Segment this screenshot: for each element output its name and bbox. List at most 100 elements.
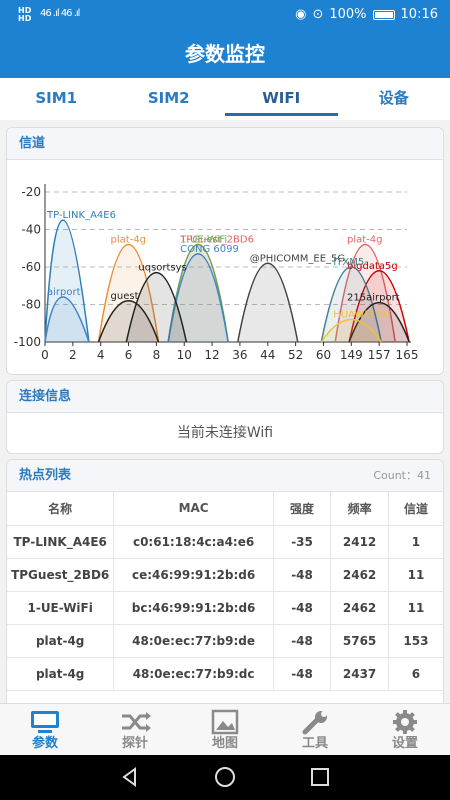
cell-channel: 153 (388, 624, 443, 658)
nav-probe[interactable]: 探针 (90, 704, 180, 755)
channel-card-title: 信道 (7, 128, 443, 160)
page-title: 参数监控 (0, 30, 450, 78)
signal-label: ITXM5- (333, 257, 368, 268)
y-tick-label: -40 (21, 223, 41, 237)
nav-probe-label: 探针 (121, 736, 148, 751)
signal-label: HUAWEI 5G (333, 310, 391, 321)
status-bar: HD HD 46 .ıl 46 .ıl ◉ ⊙ 100% 10:16 (0, 0, 450, 30)
column-header-name[interactable]: 名称 (7, 492, 115, 526)
channel-card: 信道 -20 -40 -60 -80 -100 0 2 4 6 8 10 12 36 44 52 60 149 1… (6, 127, 444, 375)
table-row[interactable]: TP-LINK_A4E6 c0:61:18:4c:a4:e6 -35 2412 … (7, 525, 443, 559)
table-row[interactable]: plat-4g 48:0e:ec:77:b9:dc -48 2437 6 (7, 657, 443, 691)
x-tick-label: 60 (316, 348, 331, 362)
shuffle-icon (122, 712, 151, 732)
x-tick-label: 157 (368, 348, 391, 362)
x-tick-label: 149 (340, 348, 363, 362)
cell-strength: -48 (273, 624, 332, 658)
signal-label: guest (111, 291, 139, 302)
back-icon[interactable] (122, 767, 136, 787)
signal-label: plat-4g (347, 235, 383, 246)
connection-card-title: 连接信息 (7, 381, 443, 413)
eye-icon: ◉ (295, 7, 307, 22)
cell-strength: -48 (273, 657, 332, 691)
tab-sim2[interactable]: SIM2 (113, 78, 226, 120)
channel-chart: -20 -40 -60 -80 -1000 2 4 6 8 10 12 36 44 52 60 149 157 1… (7, 160, 443, 374)
y-tick-label: -80 (21, 298, 41, 312)
signal-label: TP-LINK_A4E6 (46, 210, 116, 221)
column-header-strength[interactable]: 强度 (273, 492, 332, 526)
x-tick-label: 36 (232, 348, 247, 362)
signal-label: plat-4g (111, 235, 146, 246)
cell-frequency: 2437 (330, 657, 389, 691)
clock: 10:16 (400, 7, 438, 22)
x-tick-label: 6 (125, 348, 133, 362)
cell-frequency: 2412 (330, 525, 389, 559)
hotspot-table: 名称 MAC 强度 频率 信道 TP-LINK_A4E6 c0:61:18:4c… (7, 492, 443, 691)
signal-label: CONG 6099 (180, 244, 239, 255)
cell-strength: -48 (273, 591, 332, 625)
cell-mac: ce:46:99:91:2b:d6 (113, 558, 274, 592)
cell-channel: 11 (388, 558, 443, 592)
column-header-channel[interactable]: 信道 (388, 492, 443, 526)
x-tick-label: 12 (204, 348, 219, 362)
cell-channel: 11 (388, 591, 443, 625)
nav-tools-label: 工具 (301, 736, 328, 751)
signal-label: 215airport (347, 293, 400, 304)
tab-device[interactable]: 设备 (338, 78, 450, 120)
monitor-icon (31, 711, 59, 733)
cell-frequency: 5765 (330, 624, 389, 658)
bottom-nav: 参数 探针 地图 工具 设置 (0, 703, 450, 755)
nav-settings-label: 设置 (391, 736, 418, 751)
map-icon (211, 709, 239, 735)
cell-frequency: 2462 (330, 558, 389, 592)
x-tick-label: 2 (69, 348, 77, 362)
connection-card: 连接信息 当前未连接Wifi (6, 380, 444, 454)
x-tick-label: 4 (97, 348, 105, 362)
cell-strength: -35 (273, 525, 332, 559)
column-header-frequency[interactable]: 频率 (330, 492, 389, 526)
tab-bar: SIM1 SIM2 WIFI 设备 (0, 78, 450, 120)
recents-icon[interactable] (311, 768, 329, 786)
table-row[interactable]: 1-UE-WiFi bc:46:99:91:2b:d6 -48 2462 11 (7, 591, 443, 625)
y-tick-label: -60 (21, 260, 41, 274)
table-row[interactable]: plat-4g 48:0e:ec:77:b9:de -48 5765 153 (7, 624, 443, 658)
location-icon: ⊙ (312, 7, 324, 22)
cell-channel: 1 (388, 525, 443, 559)
cell-name: TP-LINK_A4E6 (7, 525, 115, 559)
cell-mac: bc:46:99:91:2b:d6 (113, 591, 274, 625)
y-tick-label: -20 (21, 185, 41, 199)
y-tick-label: -100 (14, 335, 41, 349)
tab-sim1[interactable]: SIM1 (0, 78, 113, 120)
column-header-mac[interactable]: MAC (113, 492, 274, 526)
cell-name: TPGuest_2BD6 (7, 558, 115, 592)
nav-settings[interactable]: 设置 (360, 704, 450, 755)
x-tick-label: 0 (41, 348, 49, 362)
sim-indicator: HD HD (18, 6, 32, 23)
signal-label: airport (47, 287, 81, 298)
nav-params[interactable]: 参数 (0, 704, 90, 755)
x-tick-label: 10 (177, 348, 192, 362)
cell-frequency: 2462 (330, 591, 389, 625)
nav-params-label: 参数 (31, 736, 58, 751)
nav-map-label: 地图 (211, 736, 238, 751)
battery-icon (372, 9, 395, 20)
table-row[interactable]: TPGuest_2BD6 ce:46:99:91:2b:d6 -48 2462 … (7, 558, 443, 592)
signal-indicator: 46 .ıl 46 .ıl (40, 8, 80, 19)
cell-mac: 48:0e:ec:77:b9:de (113, 624, 274, 658)
nav-tools[interactable]: 工具 (270, 704, 360, 755)
tab-wifi[interactable]: WIFI (225, 78, 338, 120)
signal-arch (237, 262, 299, 343)
x-tick-label: 165 (396, 348, 419, 362)
cell-name: 1-UE-WiFi (7, 591, 115, 625)
cell-name: plat-4g (7, 657, 115, 691)
home-icon[interactable] (215, 767, 235, 787)
x-tick-label: 52 (288, 348, 303, 362)
gear-icon (393, 710, 417, 734)
status-right: ◉ ⊙ 100% 10:16 (295, 7, 438, 22)
cell-channel: 6 (388, 657, 443, 691)
wrench-icon (302, 711, 327, 735)
hotspot-title: 热点列表 (19, 468, 72, 483)
nav-map[interactable]: 地图 (180, 704, 270, 755)
cell-name: plat-4g (7, 624, 115, 658)
cell-mac: c0:61:18:4c:a4:e6 (113, 525, 274, 559)
